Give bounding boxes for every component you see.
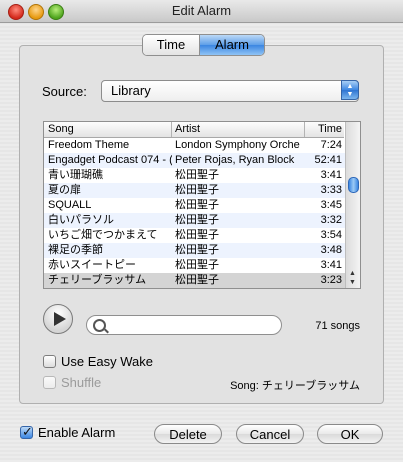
song-table[interactable]: Song Artist Time Freedom Theme London Sy… [43, 121, 361, 289]
time-cell: 3:32 [320, 214, 342, 226]
time-cell: 3:54 [320, 229, 342, 241]
title-bar[interactable]: Edit Alarm [0, 0, 403, 23]
window-title: Edit Alarm [171, 3, 232, 18]
table-row[interactable]: 夏の扉 松田聖子 3:33 [44, 183, 346, 198]
easy-wake-label[interactable]: Use Easy Wake [61, 354, 153, 369]
time-cell: 3:33 [320, 184, 342, 196]
table-row-selected[interactable]: チェリーブラッサム 松田聖子 3:23 [44, 273, 346, 288]
enable-alarm-checkbox[interactable] [20, 424, 33, 440]
column-header-artist[interactable]: Artist [175, 123, 200, 135]
scroll-up-arrow-icon[interactable]: ▲ [349, 270, 356, 277]
time-cell: 3:45 [320, 199, 342, 211]
song-cell: Freedom Theme [48, 139, 130, 151]
song-cell: 裸足の季節 [48, 244, 103, 256]
play-icon [54, 312, 66, 326]
time-cell: 3:41 [320, 169, 342, 181]
song-cell: 夏の扉 [48, 184, 81, 196]
cancel-button[interactable]: Cancel [236, 424, 304, 444]
table-row[interactable]: 赤いスイートピー 松田聖子 3:41 [44, 258, 346, 273]
shuffle-checkbox [43, 376, 56, 389]
table-row[interactable]: 裸足の季節 松田聖子 3:48 [44, 243, 346, 258]
table-row[interactable]: 白いパラソル 松田聖子 3:32 [44, 213, 346, 228]
ok-button[interactable]: OK [317, 424, 383, 444]
up-down-arrows-icon: ▲ ▼ [341, 80, 359, 100]
song-cell: SQUALL [48, 199, 92, 211]
artist-cell: 松田聖子 [175, 244, 219, 256]
table-row[interactable]: 青い珊瑚礁 松田聖子 3:41 [44, 168, 346, 183]
artist-cell: 松田聖子 [175, 169, 219, 181]
enable-alarm-label[interactable]: Enable Alarm [38, 425, 115, 440]
table-rows: Freedom Theme London Symphony Orche 7:24… [44, 138, 346, 288]
tab-time[interactable]: Time [143, 35, 200, 55]
artist-cell: 松田聖子 [175, 274, 219, 286]
song-cell: 白いパラソル [48, 214, 114, 226]
artist-cell: Peter Rojas, Ryan Block [175, 154, 295, 166]
song-cell: Engadget Podcast 074 - ( [48, 154, 172, 166]
artist-cell: London Symphony Orche [175, 139, 300, 151]
table-header: Song Artist Time [44, 122, 344, 138]
artist-cell: 松田聖子 [175, 214, 219, 226]
search-field[interactable] [86, 315, 282, 335]
time-cell: 7:24 [320, 139, 342, 151]
column-divider[interactable] [171, 122, 172, 137]
search-input[interactable] [109, 317, 278, 335]
time-cell: 3:41 [320, 259, 342, 271]
tab-bar: Time Alarm [142, 34, 265, 56]
source-select-value: Library [111, 83, 151, 98]
table-row[interactable]: SQUALL 松田聖子 3:45 [44, 198, 346, 213]
column-divider[interactable] [304, 122, 305, 137]
song-cell: チェリーブラッサム [48, 274, 147, 286]
tab-alarm[interactable]: Alarm [200, 35, 264, 55]
table-scrollbar[interactable]: ▲ ▼ [345, 122, 360, 288]
scrollbar-thumb[interactable] [348, 177, 359, 193]
table-row[interactable]: Engadget Podcast 074 - ( Peter Rojas, Ry… [44, 153, 346, 168]
artist-cell: 松田聖子 [175, 199, 219, 211]
delete-button[interactable]: Delete [154, 424, 222, 444]
song-count: 71 songs [315, 320, 360, 332]
source-select[interactable]: Library ▲ ▼ [101, 80, 359, 102]
artist-cell: 松田聖子 [175, 259, 219, 271]
shuffle-label: Shuffle [61, 375, 102, 390]
song-cell: いちご畑でつかまえて [48, 229, 158, 241]
time-cell: 3:23 [320, 274, 342, 286]
edit-alarm-window: Edit Alarm Time Alarm Source: Library ▲ ▼… [0, 0, 403, 462]
table-row[interactable]: Freedom Theme London Symphony Orche 7:24 [44, 138, 346, 153]
table-row[interactable]: いちご畑でつかまえて 松田聖子 3:54 [44, 228, 346, 243]
column-header-time[interactable]: Time [318, 123, 342, 135]
magnifier-icon [93, 319, 106, 332]
source-label: Source: [42, 84, 87, 99]
artist-cell: 松田聖子 [175, 229, 219, 241]
song-cell: 青い珊瑚礁 [48, 169, 103, 181]
artist-cell: 松田聖子 [175, 184, 219, 196]
play-preview-button[interactable] [43, 304, 73, 334]
scroll-down-arrow-icon[interactable]: ▼ [349, 279, 356, 286]
time-cell: 3:48 [320, 244, 342, 256]
time-cell: 52:41 [314, 154, 342, 166]
easy-wake-checkbox[interactable] [43, 355, 56, 368]
column-header-song[interactable]: Song [48, 123, 74, 135]
song-cell: 赤いスイートピー [48, 259, 136, 271]
current-song-label: Song: チェリーブラッサム [230, 380, 360, 392]
